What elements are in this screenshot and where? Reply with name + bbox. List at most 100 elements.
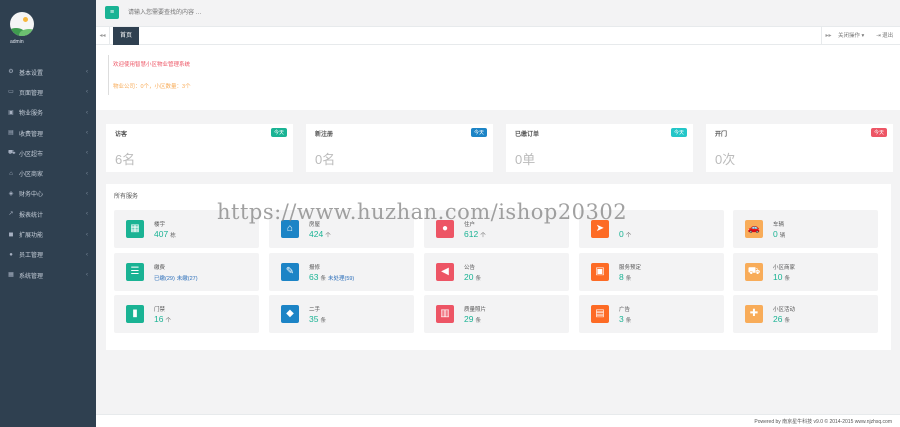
service-tile[interactable]: ⛟ 小区商家 10 条 bbox=[733, 253, 878, 291]
sidebar-item[interactable]: ▤ 收费管理 ‹ bbox=[0, 123, 96, 143]
service-tile[interactable]: ▤ 广告 3 条 bbox=[579, 295, 724, 333]
service-unprocessed-link[interactable]: 未处理(59) bbox=[328, 276, 354, 282]
service-tile[interactable]: ▣ 服务预定 8 条 bbox=[579, 253, 724, 291]
tab-home[interactable]: 首页 bbox=[113, 27, 139, 45]
footer: Powered by 南京星牛科技 v9.0 © 2014-2015 www.n… bbox=[96, 414, 900, 427]
footer-copyright: Powered by 南京星牛科技 v9.0 © 2014-2015 www.n… bbox=[754, 419, 892, 425]
service-count-unit: 个 bbox=[480, 233, 486, 239]
service-tile[interactable]: ▥ 质量照片 29 条 bbox=[424, 295, 569, 333]
shop-icon: ⌂ bbox=[9, 170, 13, 177]
sidebar-item[interactable]: ⌂ 小区商家 ‹ bbox=[0, 163, 96, 183]
service-tile[interactable]: ◆ 二手 35 条 bbox=[269, 295, 414, 333]
sidebar-item[interactable]: ⚙ 基本设置 ‹ bbox=[0, 62, 96, 82]
page-icon: ▭ bbox=[8, 89, 14, 96]
service-count-value: 8 bbox=[619, 272, 624, 282]
service-count-value: 612 bbox=[464, 229, 479, 239]
username[interactable]: admin bbox=[10, 39, 96, 45]
welcome-panel: 欢迎使用智慧小区物业管理系统 物业公司：0个，小区数量：3个 bbox=[96, 45, 900, 110]
service-name: 缴费 bbox=[154, 265, 166, 271]
service-count: 16 个 bbox=[154, 314, 171, 324]
billing-icon: ▤ bbox=[8, 130, 14, 137]
service-count-value: 29 bbox=[464, 314, 474, 324]
lock-icon: ▮ bbox=[126, 305, 144, 323]
service-count-value: 424 bbox=[309, 229, 324, 239]
service-count-unit: 条 bbox=[320, 318, 326, 324]
service-count: 3条 bbox=[619, 314, 631, 324]
chevron-left-icon: ‹ bbox=[86, 170, 88, 177]
tabs-bar: ◂◂ 首页 ▸▸ 关闭操作 ▾ ⇥ 退出 bbox=[96, 27, 900, 45]
paid-link[interactable]: 已缴(29) bbox=[154, 276, 175, 282]
service-icon: ▣ bbox=[8, 109, 14, 116]
stat-card-orders: 已缴订单 今天 0单 bbox=[506, 124, 693, 172]
extension-icon: ◼ bbox=[8, 231, 14, 238]
stat-badge: 今天 bbox=[670, 128, 687, 137]
service-tile[interactable]: ✚ 小区活动 26 条 bbox=[733, 295, 878, 333]
stat-badge: 今天 bbox=[870, 128, 887, 137]
service-tile[interactable]: ☰ 缴费 已缴(29) 未缴(27) bbox=[114, 253, 259, 291]
sidebar-item-label: 物业服务 bbox=[19, 111, 44, 118]
service-count: 10 条 bbox=[773, 272, 790, 282]
cart-icon: ⛟ bbox=[8, 150, 16, 157]
tab-scroll-left-icon[interactable]: ◂◂ bbox=[96, 27, 110, 45]
stat-title: 开门 bbox=[715, 132, 728, 138]
service-name: 楼宇 bbox=[154, 222, 166, 228]
service-tile[interactable]: ▮ 门禁 16 个 bbox=[114, 295, 259, 333]
service-tile[interactable]: ✎ 报修 63 条未处理(59) bbox=[269, 253, 414, 291]
service-count-value: 26 bbox=[773, 314, 783, 324]
sidebar-item-label: 报表统计 bbox=[19, 212, 44, 219]
stat-card-door-open: 开门 今天 0次 bbox=[706, 124, 893, 172]
system-icon: ▦ bbox=[8, 272, 14, 279]
sidebar-item-label: 收费管理 bbox=[19, 131, 44, 138]
service-sub-links: 已缴(29) 未缴(27) bbox=[154, 274, 198, 282]
sidebar-item[interactable]: ▭ 页面管理 ‹ bbox=[0, 82, 96, 102]
sidebar-item-label: 扩展功能 bbox=[19, 233, 44, 240]
logout-button[interactable]: ⇥ 退出 bbox=[876, 27, 893, 45]
sidebar-item[interactable]: ● 员工管理 ‹ bbox=[0, 245, 96, 265]
menu-toggle-button[interactable]: ≡ bbox=[105, 6, 119, 19]
stat-title: 访客 bbox=[115, 132, 128, 138]
close-ops-dropdown[interactable]: 关闭操作 ▾ bbox=[838, 27, 864, 45]
tab-scroll-right-icon[interactable]: ▸▸ bbox=[821, 27, 835, 45]
sidebar-item[interactable]: ▣ 物业服务 ‹ bbox=[0, 103, 96, 123]
services-title: 所有服务 bbox=[114, 194, 139, 200]
sidebar-item[interactable]: ▦ 系统管理 ‹ bbox=[0, 265, 96, 285]
sidebar-item[interactable]: ↗ 报表统计 ‹ bbox=[0, 204, 96, 224]
search-input[interactable] bbox=[128, 7, 428, 19]
stat-value: 0次 bbox=[715, 152, 736, 167]
avatar[interactable] bbox=[10, 12, 34, 36]
sidebar-item[interactable]: ⛟ 小区超市 ‹ bbox=[0, 143, 96, 163]
service-count-unit: 条 bbox=[475, 276, 481, 282]
car-icon: 🚗 bbox=[745, 220, 763, 238]
stat-badge: 今天 bbox=[470, 128, 487, 137]
chevron-left-icon: ‹ bbox=[86, 109, 88, 116]
service-name: 小区商家 bbox=[773, 265, 796, 271]
service-count-unit: 栋 bbox=[170, 233, 176, 239]
money-icon: ◈ bbox=[8, 190, 14, 197]
chevron-left-icon: ‹ bbox=[86, 251, 88, 258]
service-count: 26 条 bbox=[773, 314, 790, 324]
stat-value: 6名 bbox=[115, 152, 136, 167]
sidebar-item-label: 页面管理 bbox=[19, 90, 44, 97]
service-count-value: 3 bbox=[619, 314, 624, 324]
service-count-value: 35 bbox=[309, 314, 319, 324]
chevron-left-icon: ‹ bbox=[86, 190, 88, 197]
service-count-unit: 辆 bbox=[779, 233, 786, 239]
service-tile[interactable]: ◀ 公告 20 条 bbox=[424, 253, 569, 291]
sidebar-nav: ⚙ 基本设置 ‹ ▭ 页面管理 ‹ ▣ 物业服务 ‹ ▤ 收费管理 ‹ ⛟ 小区超市 ‹ ⌂ 小区商家 ‹ ◈ 财务中… bbox=[0, 62, 96, 285]
stat-title: 已缴订单 bbox=[515, 132, 540, 138]
service-count: 0辆 bbox=[773, 229, 785, 239]
service-count: 20 条 bbox=[464, 272, 481, 282]
service-count-unit: 条 bbox=[784, 276, 790, 282]
unpaid-link[interactable]: 未缴(27) bbox=[177, 276, 198, 282]
sidebar-item[interactable]: ◈ 财务中心 ‹ bbox=[0, 184, 96, 204]
chart-icon: ↗ bbox=[8, 211, 14, 218]
watermark-text: https://www.huzhan.com/ishop20302 bbox=[217, 200, 628, 224]
chevron-left-icon: ‹ bbox=[86, 272, 88, 279]
sidebar-item[interactable]: ◼ 扩展功能 ‹ bbox=[0, 224, 96, 244]
service-tile[interactable]: 🚗 车辆 0 辆 bbox=[733, 210, 878, 248]
chevron-left-icon: ‹ bbox=[86, 211, 88, 218]
service-count: 424 个 bbox=[309, 229, 331, 239]
service-count-value: 0 bbox=[773, 229, 778, 239]
stat-badge: 今天 bbox=[270, 128, 287, 137]
service-count-unit: 条 bbox=[625, 276, 632, 282]
